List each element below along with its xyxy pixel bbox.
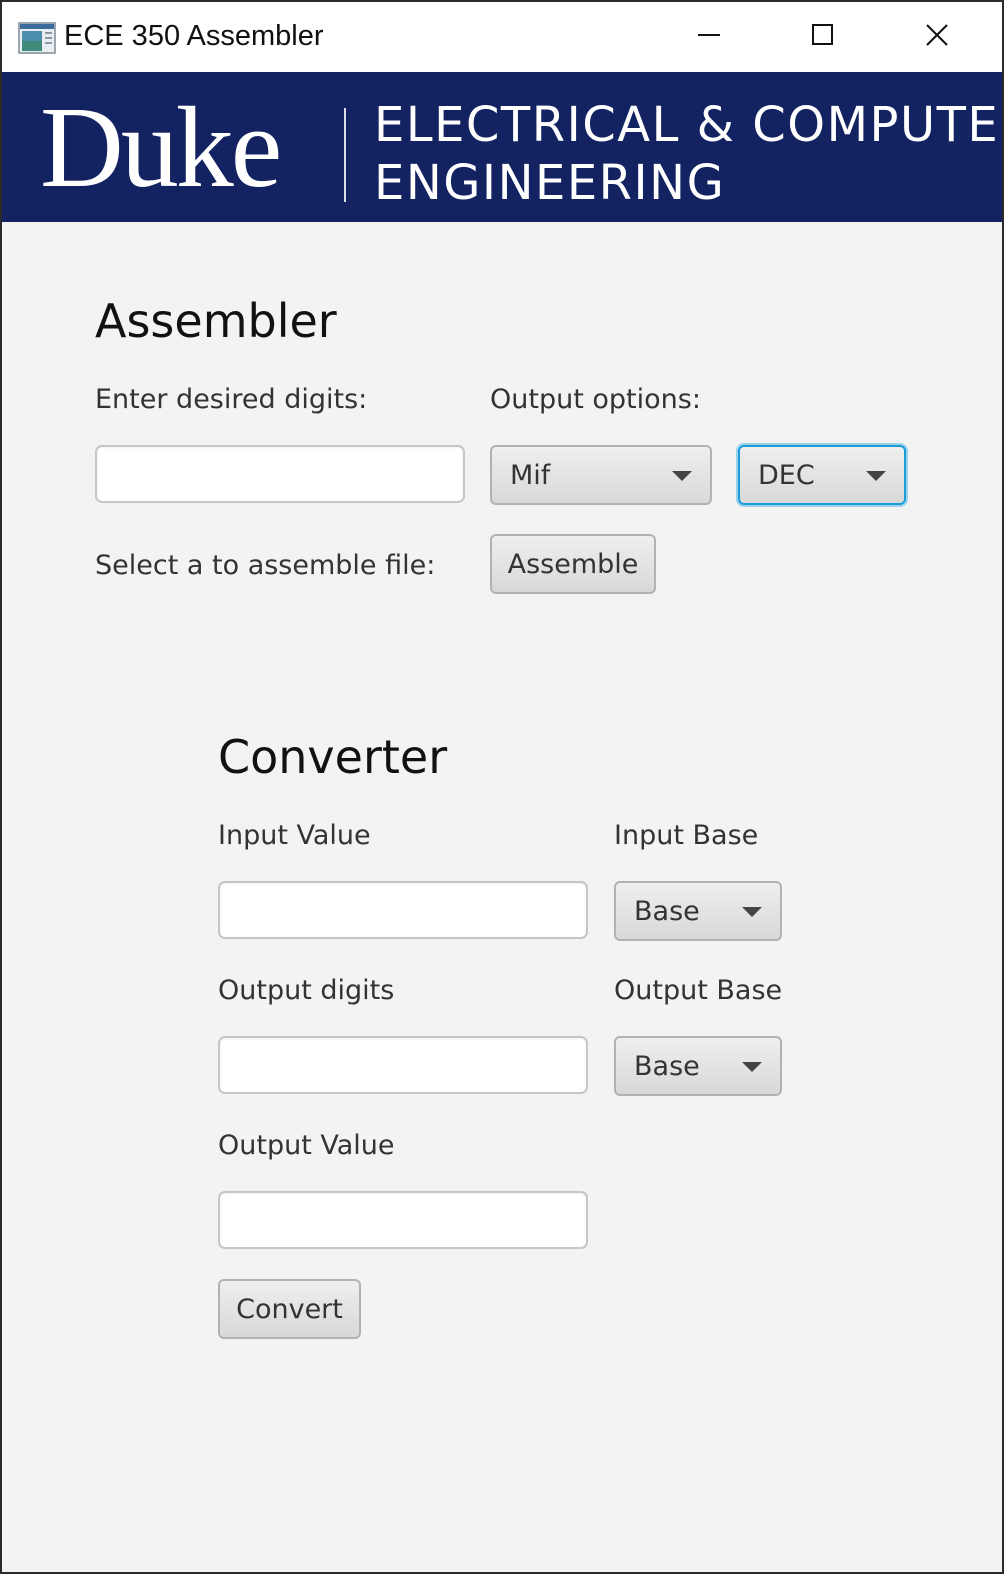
output-radix-selected: DEC: [758, 459, 815, 491]
close-icon: [925, 23, 949, 52]
duke-ece-banner: Duke ELECTRICAL & COMPUTER ENGINEERING: [2, 72, 1002, 222]
converter-heading: Converter: [218, 730, 448, 784]
department-name-line1: ELECTRICAL & COMPUTER: [374, 97, 1004, 153]
input-value-field[interactable]: [218, 881, 588, 939]
output-base-select[interactable]: Base: [614, 1036, 782, 1096]
minimize-button[interactable]: [654, 2, 764, 72]
maximize-icon: [811, 23, 835, 52]
maximize-button[interactable]: [768, 2, 878, 72]
assembler-heading: Assembler: [95, 294, 337, 348]
close-button[interactable]: [882, 2, 992, 72]
input-base-selected: Base: [634, 895, 700, 927]
assemble-button[interactable]: Assemble: [490, 534, 656, 594]
department-name-line2: ENGINEERING: [374, 155, 726, 211]
chevron-down-icon: [672, 471, 692, 481]
app-window-icon: [18, 22, 56, 54]
output-radix-select[interactable]: DEC: [738, 445, 906, 505]
output-value-label: Output Value: [218, 1130, 395, 1161]
digits-label: Enter desired digits:: [95, 384, 368, 415]
output-options-label: Output options:: [490, 384, 701, 415]
input-value-label: Input Value: [218, 820, 371, 851]
chevron-down-icon: [866, 471, 886, 481]
window-title: ECE 350 Assembler: [64, 20, 324, 52]
chevron-down-icon: [742, 907, 762, 917]
output-digits-field[interactable]: [218, 1036, 588, 1094]
output-format-select[interactable]: Mif: [490, 445, 712, 505]
title-bar[interactable]: ECE 350 Assembler: [2, 2, 1002, 72]
output-digits-label: Output digits: [218, 975, 395, 1006]
chevron-down-icon: [742, 1062, 762, 1072]
app-window: ECE 350 Assembler Duke ELECTRICAL & COMP…: [0, 0, 1004, 1574]
duke-logo: Duke: [40, 84, 282, 212]
input-base-select[interactable]: Base: [614, 881, 782, 941]
convert-button[interactable]: Convert: [218, 1279, 361, 1339]
input-base-label: Input Base: [614, 820, 759, 851]
select-file-label: Select a to assemble file:: [95, 550, 436, 581]
output-base-label: Output Base: [614, 975, 783, 1006]
digits-input[interactable]: [95, 445, 465, 503]
output-value-field[interactable]: [218, 1191, 588, 1249]
minimize-icon: [697, 23, 721, 52]
output-base-selected: Base: [634, 1050, 700, 1082]
output-format-selected: Mif: [510, 459, 551, 491]
banner-divider: [344, 108, 346, 202]
